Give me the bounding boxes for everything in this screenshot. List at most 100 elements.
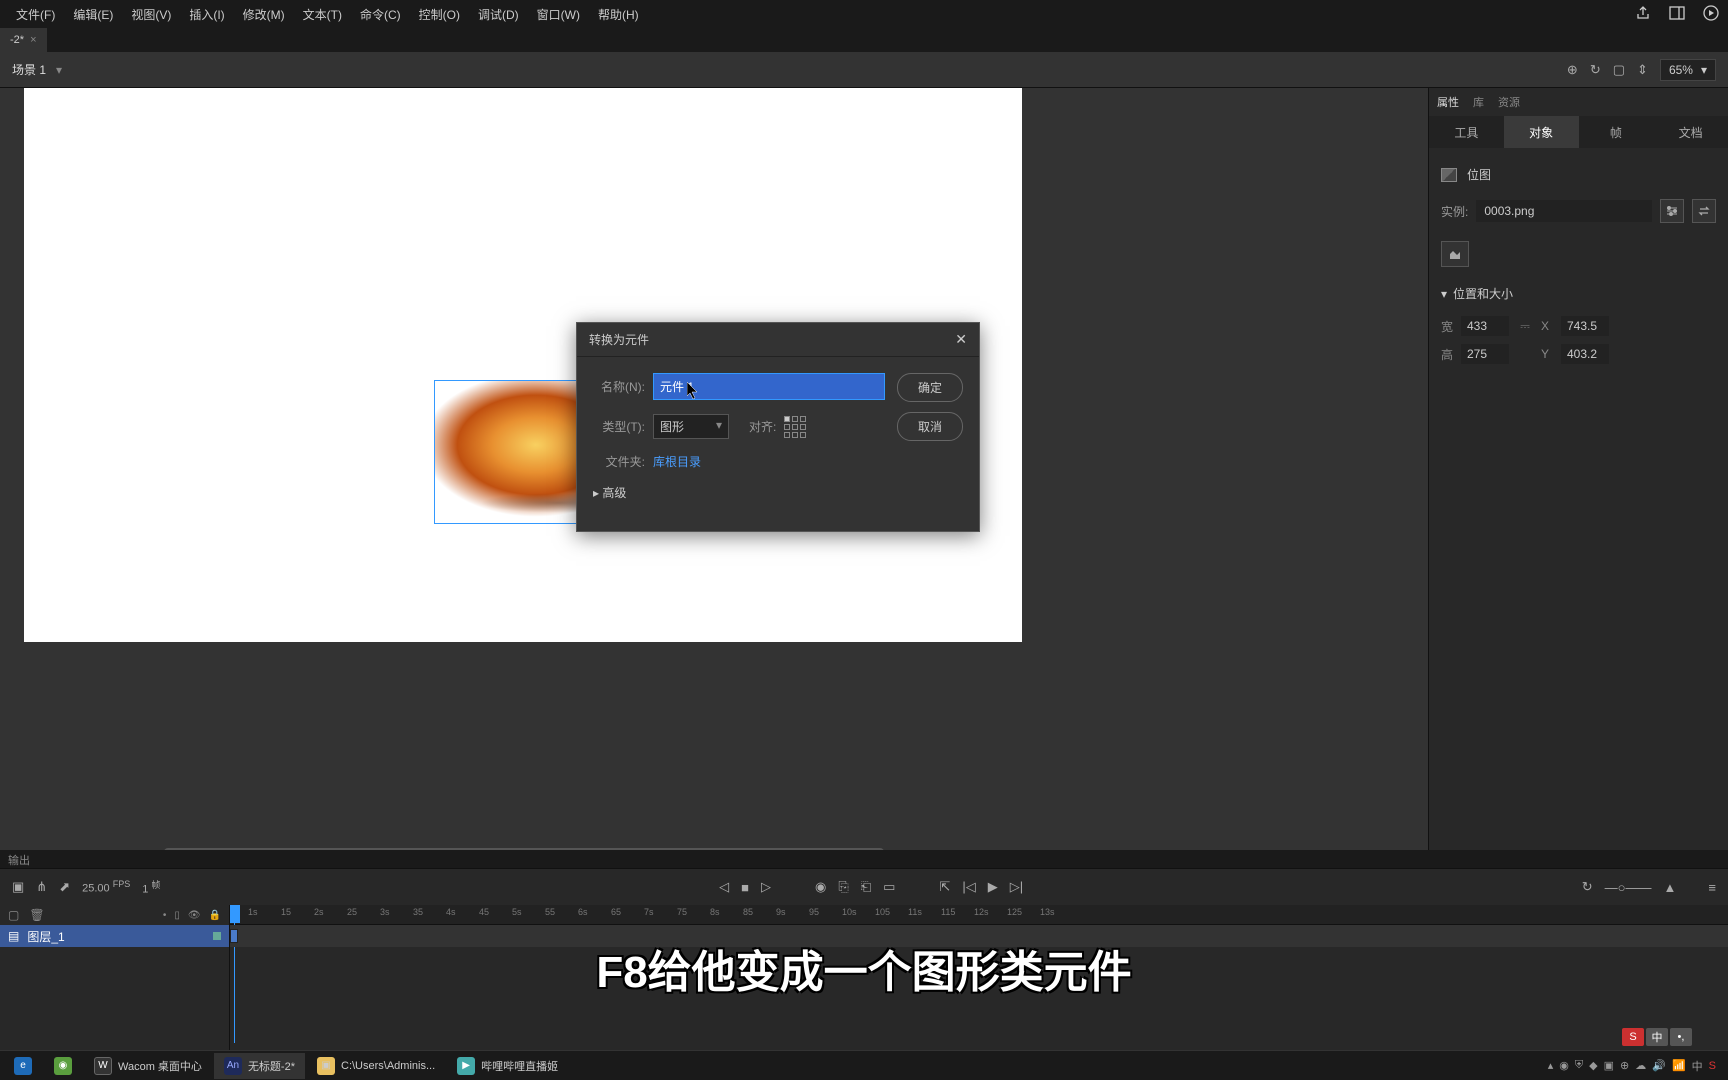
tray-app1-icon[interactable]: ◆ — [1589, 1059, 1597, 1072]
menu-window[interactable]: 窗口(W) — [529, 2, 588, 27]
onion-icon[interactable]: ◉ — [815, 879, 826, 895]
subtab-object[interactable]: 对象 — [1504, 116, 1579, 148]
fit-icon[interactable]: ▲ — [1664, 880, 1677, 895]
highlight-icon[interactable]: • — [163, 910, 167, 921]
tray-app4-icon[interactable]: ☁ — [1635, 1059, 1646, 1072]
new-folder-icon[interactable]: ▢ — [8, 908, 19, 922]
close-icon[interactable]: × — [30, 34, 36, 46]
keyframe[interactable] — [230, 929, 238, 943]
stretch-icon[interactable]: ⇕ — [1637, 62, 1648, 78]
height-input[interactable]: 275 — [1461, 344, 1509, 364]
workspace-icon[interactable] — [1668, 4, 1686, 22]
ime-s-icon[interactable]: S — [1622, 1028, 1644, 1046]
ime-zh-icon[interactable]: 中 — [1646, 1028, 1668, 1046]
menu-help[interactable]: 帮助(H) — [590, 2, 647, 27]
tray-volume-icon[interactable]: 🔊 — [1652, 1059, 1666, 1072]
ie-icon[interactable]: e — [4, 1053, 42, 1079]
advanced-toggle[interactable]: ▸ 高级 — [593, 484, 626, 501]
clip-icon[interactable]: ▢ — [1613, 62, 1625, 78]
symbol-name-input[interactable]: 元件 1 — [653, 373, 885, 400]
dialog-titlebar[interactable]: 转换为元件 ✕ — [577, 323, 979, 357]
play-icon[interactable] — [1702, 4, 1720, 22]
menu-file[interactable]: 文件(F) — [8, 2, 63, 27]
animate-task[interactable]: An无标题-2* — [214, 1053, 305, 1079]
menu-text[interactable]: 文本(T) — [295, 2, 350, 27]
scene-dropdown-icon[interactable]: ▾ — [56, 63, 62, 77]
visibility-icon[interactable]: 👁 — [188, 910, 201, 921]
tab-assets[interactable]: 资源 — [1498, 94, 1520, 110]
tray-up-icon[interactable]: ▴ — [1548, 1059, 1554, 1072]
subtab-doc[interactable]: 文档 — [1653, 116, 1728, 148]
menu-edit[interactable]: 编辑(E) — [65, 2, 121, 27]
scene-name[interactable]: 场景 1 — [12, 61, 46, 78]
tray-ime-zh[interactable]: 中 — [1692, 1058, 1703, 1074]
play-button-icon[interactable]: ▶ — [988, 879, 998, 895]
frame-ruler[interactable]: 1s152s253s354s455s556s657s758s859s9510s1… — [230, 905, 1728, 925]
zoom-select[interactable]: 65% ▾ — [1660, 59, 1716, 81]
dialog-close-button[interactable]: ✕ — [955, 331, 967, 348]
edit-bitmap-button[interactable] — [1441, 241, 1469, 267]
loop-icon[interactable]: ↻ — [1582, 879, 1593, 895]
symbol-type-select[interactable]: 图形 — [653, 414, 729, 439]
export-icon[interactable]: ⇱ — [939, 879, 950, 895]
y-input[interactable]: 403.2 — [1561, 344, 1609, 364]
lock-icon[interactable]: 🔒 — [209, 910, 221, 921]
rotate-icon[interactable]: ↻ — [1590, 62, 1601, 78]
tray-nvidia-icon[interactable]: ◉ — [1559, 1059, 1569, 1072]
tray-network-icon[interactable]: 📶 — [1672, 1059, 1686, 1072]
share-icon[interactable] — [1634, 4, 1652, 22]
position-size-header[interactable]: ▾ 位置和大小 — [1441, 275, 1716, 312]
output-panel-label[interactable]: 输出 — [0, 850, 1728, 868]
center-stage-icon[interactable]: ⊕ — [1567, 62, 1578, 78]
tray-app3-icon[interactable]: ⊕ — [1620, 1059, 1629, 1072]
tray-shield-icon[interactable]: ⛨ — [1575, 1059, 1583, 1072]
insert-frame-icon[interactable]: ⎘ — [838, 879, 848, 895]
lock-aspect-icon[interactable]: ⎓ — [1519, 316, 1531, 336]
tray-app2-icon[interactable]: ▣ — [1604, 1059, 1614, 1072]
graph-icon[interactable]: ⬈ — [59, 879, 70, 895]
bilibili-task[interactable]: ▶哔哩哔哩直播姬 — [447, 1053, 568, 1079]
swap-icon[interactable] — [1692, 199, 1716, 223]
ime-punct-icon[interactable]: •, — [1670, 1028, 1692, 1046]
menu-debug[interactable]: 调试(D) — [470, 2, 527, 27]
tab-library[interactable]: 库 — [1473, 94, 1484, 110]
scrollbar-thumb[interactable] — [164, 848, 884, 850]
step-back-icon[interactable]: |◁ — [962, 879, 975, 895]
document-tab[interactable]: -2* × — [0, 28, 47, 52]
ok-button[interactable]: 确定 — [897, 373, 963, 402]
step-fwd-icon[interactable]: ▷| — [1010, 879, 1023, 895]
prev-icon[interactable]: ◁ — [719, 879, 729, 895]
outline-icon[interactable]: ▯ — [174, 910, 180, 921]
playhead[interactable] — [230, 905, 240, 924]
menu-commands[interactable]: 命令(C) — [352, 2, 409, 27]
wacom-task[interactable]: WWacom 桌面中心 — [84, 1053, 212, 1079]
fps-value[interactable]: 25.00 — [82, 883, 110, 895]
menu-modify[interactable]: 修改(M) — [235, 2, 293, 27]
menu-view[interactable]: 视图(V) — [123, 2, 179, 27]
browser-icon[interactable]: ◉ — [44, 1053, 82, 1079]
explorer-task[interactable]: ▣C:\Users\Adminis... — [307, 1053, 445, 1079]
tab-properties[interactable]: 属性 — [1437, 94, 1459, 110]
camera-icon[interactable]: ▣ — [12, 879, 24, 895]
cancel-button[interactable]: 取消 — [897, 412, 963, 441]
hierarchy-icon[interactable]: ⋔ — [36, 879, 47, 895]
next-icon[interactable]: ▷ — [761, 879, 771, 895]
menu-insert[interactable]: 插入(I) — [181, 2, 232, 27]
subtab-tool[interactable]: 工具 — [1429, 116, 1504, 148]
width-input[interactable]: 433 — [1461, 316, 1509, 336]
remove-frame-icon[interactable]: ⎗ — [861, 879, 871, 895]
settings-icon[interactable] — [1660, 199, 1684, 223]
keyframe-icon[interactable]: ▭ — [883, 879, 895, 895]
stop-icon[interactable]: ■ — [741, 880, 749, 895]
menu-control[interactable]: 控制(O) — [411, 2, 468, 27]
horizontal-scrollbar[interactable] — [24, 848, 1022, 850]
x-input[interactable]: 743.5 — [1561, 316, 1609, 336]
subtab-frame[interactable]: 帧 — [1579, 116, 1654, 148]
delete-layer-icon[interactable]: 🗑 — [29, 908, 44, 922]
layer-row[interactable]: ▤ 图层_1 — [0, 925, 229, 947]
menu-icon[interactable]: ≡ — [1708, 880, 1716, 895]
zoom-slider[interactable]: —○—— — [1605, 880, 1652, 895]
tray-sogou-icon[interactable]: S — [1709, 1060, 1716, 1072]
folder-link[interactable]: 库根目录 — [653, 453, 701, 470]
registration-grid[interactable] — [784, 416, 806, 438]
